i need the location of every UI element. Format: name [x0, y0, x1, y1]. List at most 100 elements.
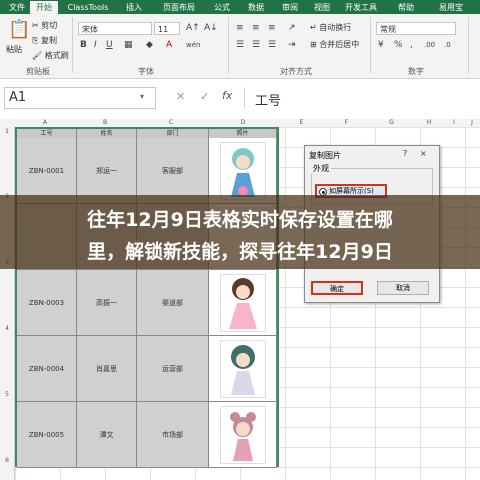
appearance-group-label: 外观 [311, 163, 331, 174]
row-header[interactable]: 1 [0, 128, 14, 135]
column-header[interactable]: I [444, 119, 464, 127]
paste-button[interactable]: 粘贴 [6, 44, 22, 55]
tab-home[interactable]: 开始 [30, 1, 58, 14]
cut-label: 剪切 [41, 21, 58, 30]
accounting-icon[interactable]: ¥ [378, 39, 384, 51]
merge-icon: ⊞ [310, 40, 320, 49]
cell-name[interactable]: 肖嘉思 [77, 336, 137, 402]
tab-classtools[interactable]: ClassTools [60, 1, 116, 14]
italic-icon[interactable]: I [94, 39, 97, 51]
tab-view[interactable]: 视图 [308, 1, 336, 14]
banner-title-line-2: 里，解锁新技能，探寻往年12月9日 [87, 241, 393, 263]
photo-image[interactable] [219, 273, 266, 332]
tab-review[interactable]: 审阅 [276, 1, 304, 14]
align-middle-icon[interactable]: ≡ [252, 22, 260, 34]
cell-id[interactable]: ZBN-0004 [17, 336, 77, 402]
merge-label: 合并后居中 [319, 40, 360, 49]
column-header[interactable]: H [414, 119, 444, 127]
tab-data[interactable]: 数据 [242, 1, 270, 14]
column-header[interactable]: B [75, 119, 135, 127]
row-header[interactable]: 4 [0, 325, 14, 332]
cut-button[interactable]: ✂ 剪切 [32, 20, 57, 31]
tab-easyuse[interactable]: 易用宝 [430, 1, 472, 14]
align-top-icon[interactable]: ≡ [236, 22, 244, 34]
name-box[interactable]: A1 [4, 87, 156, 109]
cancel-entry-icon[interactable]: ✕ [176, 90, 185, 103]
indent-icon[interactable]: ⇥ [288, 39, 296, 51]
align-bottom-icon[interactable]: ≡ [268, 22, 276, 34]
underline-icon[interactable]: U [106, 39, 113, 51]
confirm-entry-icon[interactable]: ✓ [200, 90, 209, 103]
font-name-dropdown[interactable]: 宋体 [78, 22, 152, 35]
photo-image[interactable] [219, 339, 266, 398]
cell-name[interactable]: 谭文 [77, 402, 137, 468]
row-header[interactable]: 5 [0, 391, 14, 398]
decrease-font-icon[interactable]: A↓ [204, 22, 218, 34]
wrap-text-icon: ↵ [310, 23, 320, 32]
tab-file[interactable]: 文件 [6, 1, 28, 14]
fill-color-icon[interactable]: ◆ [146, 39, 153, 51]
increase-decimal-icon[interactable]: .00 [424, 39, 435, 51]
formula-input[interactable]: 工号 [244, 87, 479, 109]
phonetic-icon[interactable]: wén [186, 39, 200, 51]
help-icon[interactable]: ? [403, 149, 407, 158]
cell-id[interactable]: ZBN-0005 [17, 402, 77, 468]
comma-icon[interactable]: , [410, 39, 413, 51]
bold-icon[interactable]: B [80, 39, 87, 51]
paste-icon[interactable]: 📋 [8, 20, 30, 40]
increase-font-icon[interactable]: A↑ [186, 22, 200, 34]
tab-insert[interactable]: 插入 [120, 1, 148, 14]
column-header[interactable]: D [207, 119, 279, 127]
tab-developer[interactable]: 开发工具 [340, 1, 382, 14]
borders-icon[interactable]: ▦ [124, 39, 133, 51]
column-header[interactable]: J [464, 119, 480, 127]
row-header[interactable]: 6 [0, 457, 14, 464]
cancel-button[interactable]: 取消 [377, 281, 429, 295]
align-center-icon[interactable]: ☰ [252, 39, 260, 51]
align-right-icon[interactable]: ☰ [268, 39, 276, 51]
as-shown-on-screen-label: 如屏幕所示(S) [329, 187, 374, 195]
format-painter-button[interactable]: 🖌 格式刷 [32, 50, 69, 61]
column-header[interactable]: G [369, 119, 414, 127]
photo-image[interactable] [219, 141, 266, 200]
photo-image[interactable] [219, 405, 266, 464]
header-cell-dept[interactable]: 部门 [137, 129, 209, 138]
cell-name[interactable]: 高振一 [77, 270, 137, 336]
close-icon[interactable]: × [420, 149, 427, 158]
copy-button[interactable]: ⎘ 复制 [32, 35, 57, 46]
column-header[interactable]: C [135, 119, 207, 127]
column-header[interactable]: E [279, 119, 324, 127]
cell-id[interactable]: ZBN-0003 [17, 270, 77, 336]
font-size-dropdown[interactable]: 11 [154, 22, 180, 35]
ribbon-divider [370, 17, 371, 73]
tab-page-layout[interactable]: 页面布局 [158, 1, 200, 14]
wrap-text-button[interactable]: ↵ 自动换行 [310, 22, 351, 33]
header-cell-photo[interactable]: 照片 [209, 129, 277, 138]
tab-help[interactable]: 帮助 [392, 1, 420, 14]
merge-center-button[interactable]: ⊞ 合并后居中 [310, 39, 359, 50]
ok-button[interactable]: 确定 [311, 281, 363, 295]
insert-function-icon[interactable]: fx [222, 89, 232, 102]
column-header[interactable]: A [15, 119, 75, 127]
number-format-dropdown[interactable]: 常规 [376, 22, 456, 35]
cell-photo[interactable] [209, 336, 277, 402]
header-cell-name[interactable]: 姓名 [77, 129, 137, 138]
decrease-decimal-icon[interactable]: .0 [444, 39, 451, 51]
tab-formulas[interactable]: 公式 [208, 1, 236, 14]
table-row: ZBN-0004 肖嘉思 运营部 [17, 336, 277, 402]
cell-dept[interactable]: 渠道部 [137, 270, 209, 336]
cell-dept[interactable]: 市场部 [137, 402, 209, 468]
percent-icon[interactable]: % [394, 39, 403, 51]
banner-title-line-1: 往年12月9日表格实时保存设置在哪 [87, 209, 393, 231]
column-header[interactable]: F [324, 119, 369, 127]
cell-dept[interactable]: 运营部 [137, 336, 209, 402]
cell-photo[interactable] [209, 270, 277, 336]
align-left-icon[interactable]: ☰ [236, 39, 244, 51]
header-cell-id[interactable]: 工号 [17, 129, 77, 138]
font-color-icon[interactable]: A [166, 39, 172, 51]
ribbon-tab-bar: 文件 开始 ClassTools 插入 页面布局 公式 数据 审阅 视图 开发工… [0, 0, 480, 14]
orientation-icon[interactable]: ↗ [288, 22, 296, 34]
format-painter-label: 格式刷 [44, 51, 69, 60]
cell-photo[interactable] [209, 402, 277, 468]
name-box-dropdown-icon[interactable]: ▾ [140, 92, 144, 101]
